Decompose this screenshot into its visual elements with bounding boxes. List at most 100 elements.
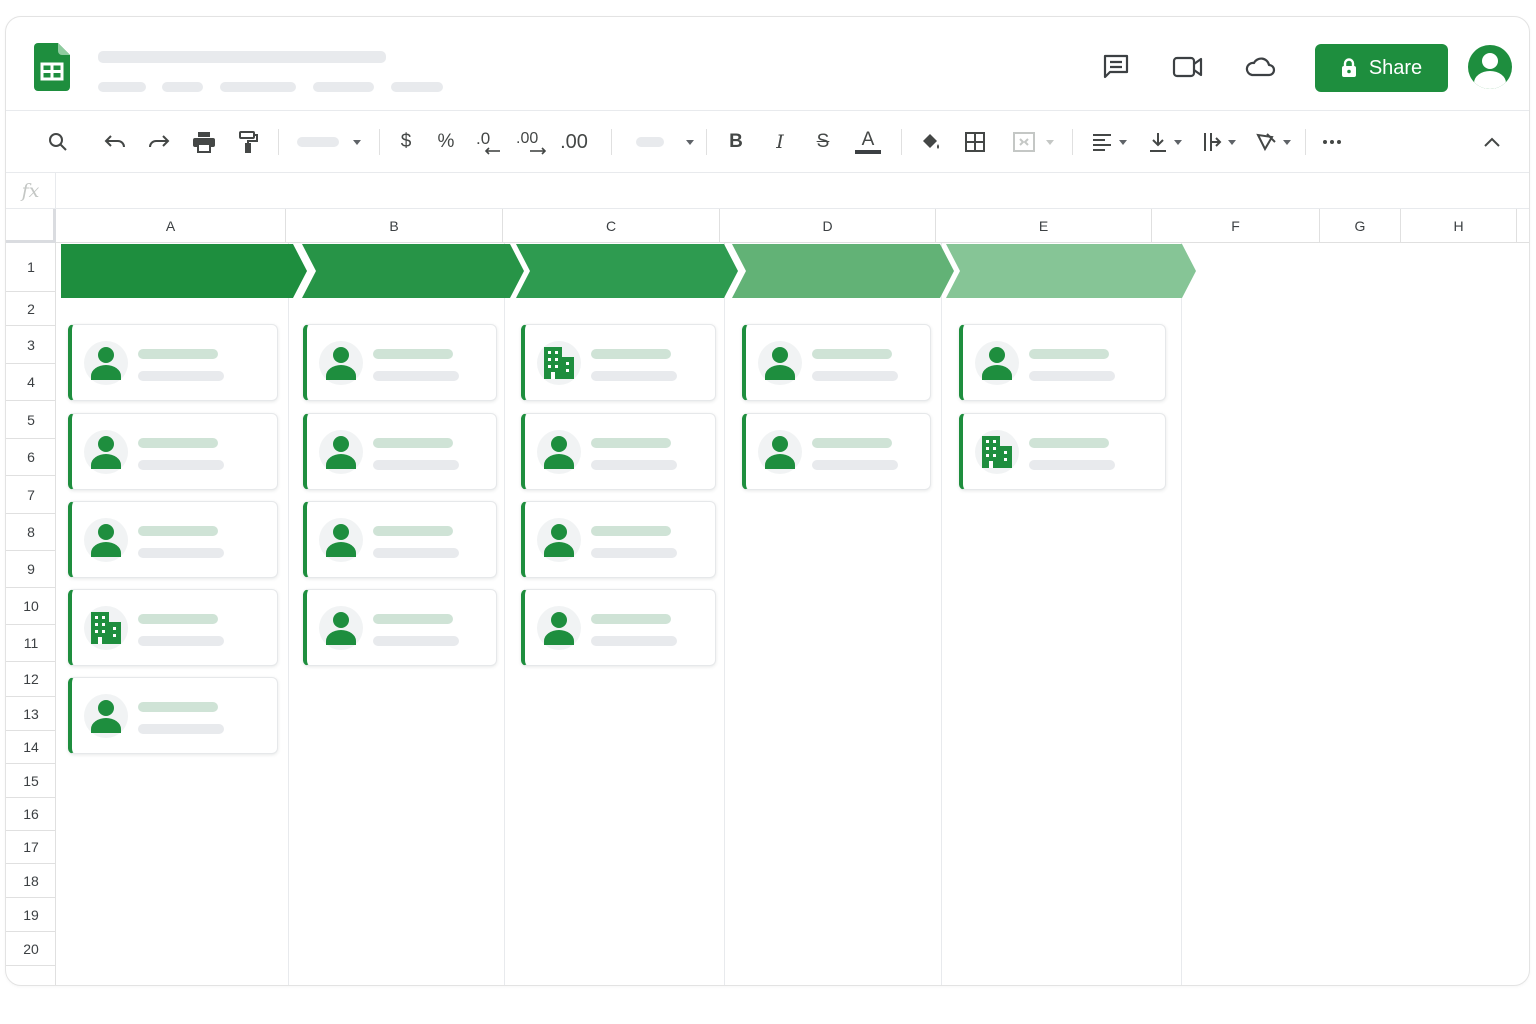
currency-icon[interactable]: $ (394, 127, 418, 157)
stage-chevron-4[interactable] (732, 244, 954, 298)
kanban-card[interactable] (959, 413, 1166, 490)
row-header[interactable]: 1 (6, 243, 56, 292)
stage-chevron-2[interactable] (302, 244, 524, 298)
vertical-align-icon[interactable] (1144, 127, 1186, 157)
row-header[interactable]: 6 (6, 439, 56, 476)
bold-icon[interactable]: B (724, 127, 748, 157)
zoom-select[interactable] (294, 127, 364, 157)
kanban-card[interactable] (742, 413, 931, 490)
menu-item-placeholder[interactable] (313, 82, 374, 92)
sheets-logo-icon[interactable] (34, 43, 70, 91)
row-header[interactable]: 11 (6, 625, 56, 662)
undo-icon[interactable] (101, 127, 129, 157)
format-icon[interactable]: .00 (556, 127, 592, 157)
row-header[interactable]: 13 (6, 697, 56, 731)
document-title-placeholder[interactable] (98, 51, 386, 63)
horizontal-align-icon[interactable] (1088, 127, 1130, 157)
select-all-corner[interactable] (6, 209, 56, 243)
merge-cells-icon[interactable] (1006, 127, 1060, 157)
video-call-icon[interactable] (1172, 51, 1204, 83)
menu-item-placeholder[interactable] (98, 82, 146, 92)
arrow-right-icon (530, 146, 547, 155)
row-header[interactable]: 15 (6, 764, 56, 798)
paint-format-icon[interactable] (234, 127, 262, 157)
column-header-h[interactable]: H (1401, 209, 1517, 243)
text-rotation-icon[interactable] (1252, 127, 1294, 157)
kanban-card[interactable] (303, 413, 497, 490)
kanban-card[interactable] (521, 324, 716, 401)
share-button[interactable]: Share (1315, 44, 1448, 92)
decrease-decimal-icon[interactable]: .0 (476, 127, 506, 157)
kanban-card[interactable] (959, 324, 1166, 401)
card-title-placeholder (812, 349, 892, 359)
person-icon (975, 341, 1019, 385)
kanban-card[interactable] (303, 589, 497, 666)
row-header[interactable]: 10 (6, 588, 56, 625)
print-icon[interactable] (190, 127, 218, 157)
row-header[interactable]: 4 (6, 364, 56, 401)
row-header[interactable]: 14 (6, 731, 56, 764)
column-header-b[interactable]: B (286, 209, 503, 243)
strikethrough-icon[interactable]: S (811, 127, 835, 157)
column-header-d[interactable]: D (720, 209, 936, 243)
collapse-icon[interactable] (1480, 127, 1504, 157)
font-select[interactable] (632, 127, 698, 157)
row-header[interactable]: 9 (6, 551, 56, 588)
text-wrap-icon[interactable] (1198, 127, 1240, 157)
row-header[interactable]: 20 (6, 932, 56, 966)
column-header-f[interactable]: F (1152, 209, 1320, 243)
toolbar-divider (379, 129, 380, 155)
building-icon (975, 430, 1019, 474)
column-header-g[interactable]: G (1320, 209, 1401, 243)
kanban-card[interactable] (68, 413, 278, 490)
borders-icon[interactable] (962, 127, 988, 157)
row-header[interactable]: 8 (6, 514, 56, 551)
formula-input[interactable] (57, 173, 1529, 209)
redo-icon[interactable] (145, 127, 173, 157)
menu-item-placeholder[interactable] (162, 82, 203, 92)
menu-item-placeholder[interactable] (391, 82, 443, 92)
row-header[interactable]: 12 (6, 662, 56, 697)
row-header[interactable]: 5 (6, 401, 56, 439)
italic-icon[interactable]: I (768, 127, 792, 157)
row-header[interactable]: 2 (6, 292, 56, 326)
stage-chevron-1[interactable] (61, 244, 307, 298)
kanban-card[interactable] (521, 413, 716, 490)
row-header[interactable]: 19 (6, 898, 56, 932)
account-avatar[interactable] (1468, 45, 1512, 89)
column-header-a[interactable]: A (56, 209, 286, 243)
kanban-card[interactable] (68, 501, 278, 578)
increase-decimal-icon[interactable]: .00 (516, 127, 550, 157)
person-icon (537, 518, 581, 562)
row-header[interactable]: 16 (6, 798, 56, 831)
column-header-e[interactable]: E (936, 209, 1152, 243)
comment-icon[interactable] (1100, 51, 1132, 83)
search-icon[interactable] (44, 127, 72, 157)
person-icon (758, 341, 802, 385)
kanban-card[interactable] (68, 677, 278, 754)
stage-chevron-5[interactable] (946, 244, 1196, 298)
kanban-card[interactable] (68, 589, 278, 666)
percent-icon[interactable]: % (434, 127, 458, 157)
row-header-column: 1 2 3 4 5 6 7 8 9 10 11 12 13 14 15 16 1… (6, 243, 56, 985)
kanban-card[interactable] (303, 324, 497, 401)
cloud-icon[interactable] (1244, 51, 1276, 83)
card-title-placeholder (1029, 438, 1109, 448)
stage-chevron-3[interactable] (516, 244, 738, 298)
kanban-card[interactable] (68, 324, 278, 401)
chevron-down-icon (1174, 139, 1182, 145)
row-header[interactable]: 7 (6, 476, 56, 514)
row-header[interactable]: 17 (6, 831, 56, 864)
kanban-card[interactable] (521, 501, 716, 578)
fill-color-icon[interactable] (918, 127, 944, 157)
card-subtitle-placeholder (591, 460, 677, 470)
column-header-c[interactable]: C (503, 209, 720, 243)
kanban-card[interactable] (742, 324, 931, 401)
row-header[interactable]: 18 (6, 864, 56, 898)
kanban-card[interactable] (303, 501, 497, 578)
menu-item-placeholder[interactable] (220, 82, 296, 92)
row-header[interactable]: 3 (6, 326, 56, 364)
text-color-icon[interactable]: A (854, 127, 882, 157)
kanban-card[interactable] (521, 589, 716, 666)
more-icon[interactable] (1320, 127, 1344, 157)
